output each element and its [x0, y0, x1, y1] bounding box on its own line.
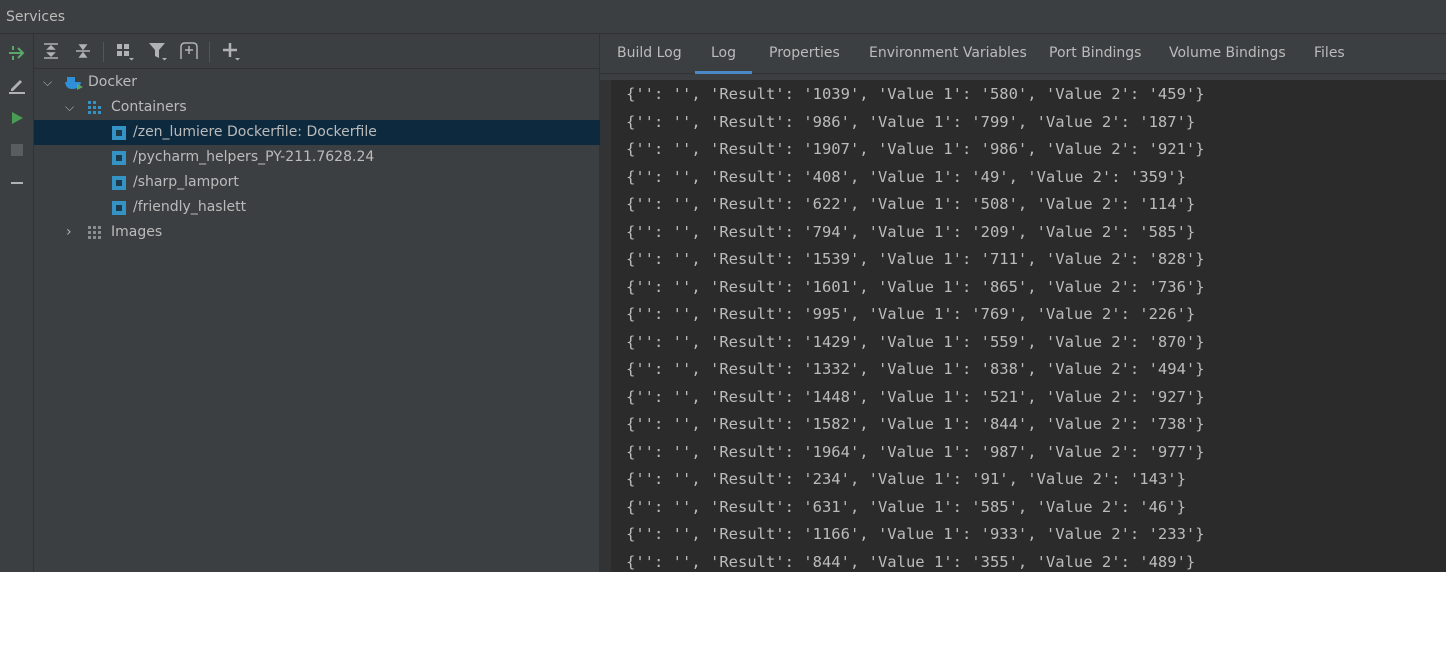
- run-icon[interactable]: [6, 107, 28, 129]
- log-line: {'': '', 'Result': '1582', 'Value 1': '8…: [626, 415, 1205, 433]
- tab-properties[interactable]: Properties: [753, 34, 856, 74]
- container-item[interactable]: /pycharm_helpers_PY-211.7628.24: [34, 145, 600, 170]
- container-label: /pycharm_helpers_PY-211.7628.24: [133, 149, 375, 165]
- container-label: /sharp_lamport: [133, 174, 239, 190]
- services-tree-panel: ⌵ Docker ⌵ Containers /zen_lumiere Docke…: [34, 34, 600, 572]
- new-tab-icon[interactable]: [178, 40, 200, 62]
- tab-log[interactable]: Log: [695, 34, 753, 74]
- tab-environment-variables[interactable]: Environment Variables: [853, 34, 1043, 74]
- left-toolbar: [0, 34, 34, 572]
- container-item[interactable]: /zen_lumiere Dockerfile: Dockerfile: [34, 120, 600, 145]
- attach-icon[interactable]: [6, 42, 28, 64]
- log-line: {'': '', 'Result': '1907', 'Value 1': '9…: [626, 140, 1205, 158]
- collapse-all-icon[interactable]: [72, 40, 94, 62]
- log-line: {'': '', 'Result': '1039', 'Value 1': '5…: [626, 85, 1205, 103]
- container-item[interactable]: /friendly_haslett: [34, 195, 600, 220]
- containers-icon: [88, 101, 101, 114]
- container-icon: [112, 126, 126, 140]
- log-output[interactable]: {'': '', 'Result': '1039', 'Value 1': '5…: [600, 80, 1446, 572]
- container-icon: [112, 151, 126, 165]
- add-service-icon[interactable]: [220, 40, 242, 62]
- tab-build-log[interactable]: Build Log: [601, 34, 698, 74]
- filter-icon[interactable]: [147, 40, 169, 62]
- log-line: {'': '', 'Result': '1964', 'Value 1': '9…: [626, 442, 1205, 461]
- expand-all-icon[interactable]: [40, 40, 62, 62]
- chevron-right-icon[interactable]: ›: [66, 220, 72, 245]
- log-line: {'': '', 'Result': '1429', 'Value 1': '5…: [626, 332, 1205, 351]
- chevron-down-icon[interactable]: ⌵: [43, 70, 52, 95]
- group-by-icon[interactable]: [114, 40, 136, 62]
- tree-node-docker[interactable]: ⌵ Docker: [34, 70, 600, 95]
- tree-toolbar: [34, 34, 599, 69]
- container-icon: [112, 201, 126, 215]
- container-item[interactable]: /sharp_lamport: [34, 170, 600, 195]
- chevron-down-icon[interactable]: ⌵: [65, 95, 74, 120]
- tab-volume-bindings[interactable]: Volume Bindings: [1153, 34, 1302, 74]
- remove-icon[interactable]: [6, 172, 28, 194]
- log-line: {'': '', 'Result': '631', 'Value 1': '58…: [626, 497, 1186, 516]
- log-line: {'': '', 'Result': '995', 'Value 1': '76…: [626, 305, 1196, 323]
- container-label: /friendly_haslett: [133, 199, 247, 215]
- container-icon: [112, 176, 126, 190]
- tab-files[interactable]: Files: [1298, 34, 1361, 74]
- log-line: {'': '', 'Result': '844', 'Value 1': '35…: [626, 552, 1196, 571]
- tab-port-bindings[interactable]: Port Bindings: [1033, 34, 1157, 74]
- details-tabs: Build Log Log Properties Environment Var…: [600, 34, 1446, 74]
- docker-label: Docker: [88, 74, 138, 90]
- tree-node-containers[interactable]: ⌵ Containers: [34, 95, 600, 120]
- log-line: {'': '', 'Result': '1448', 'Value 1': '5…: [626, 387, 1205, 406]
- log-line: {'': '', 'Result': '986', 'Value 1': '79…: [626, 112, 1196, 131]
- containers-label: Containers: [111, 99, 187, 115]
- log-line: {'': '', 'Result': '794', 'Value 1': '20…: [626, 222, 1196, 241]
- log-line: {'': '', 'Result': '234', 'Value 1': '91…: [626, 470, 1186, 488]
- services-window: Services ⌵ Docker ⌵ Containers /zen_lumi…: [0, 0, 1446, 572]
- container-label: /zen_lumiere Dockerfile: Dockerfile: [133, 124, 377, 140]
- log-line: {'': '', 'Result': '1601', 'Value 1': '8…: [626, 277, 1205, 296]
- log-line: {'': '', 'Result': '622', 'Value 1': '50…: [626, 195, 1196, 213]
- edit-icon[interactable]: [6, 74, 28, 96]
- tree-node-images[interactable]: › Images: [34, 220, 600, 245]
- images-label: Images: [111, 224, 163, 240]
- log-line: {'': '', 'Result': '1539', 'Value 1': '7…: [626, 250, 1205, 268]
- log-line: {'': '', 'Result': '1166', 'Value 1': '9…: [626, 525, 1205, 543]
- log-line: {'': '', 'Result': '408', 'Value 1': '49…: [626, 167, 1186, 186]
- images-icon: [88, 226, 101, 239]
- window-title: Services: [0, 0, 1446, 34]
- log-gutter: [600, 80, 611, 572]
- stop-icon[interactable]: [6, 139, 28, 161]
- log-line: {'': '', 'Result': '1332', 'Value 1': '8…: [626, 360, 1205, 378]
- docker-icon: [65, 77, 83, 90]
